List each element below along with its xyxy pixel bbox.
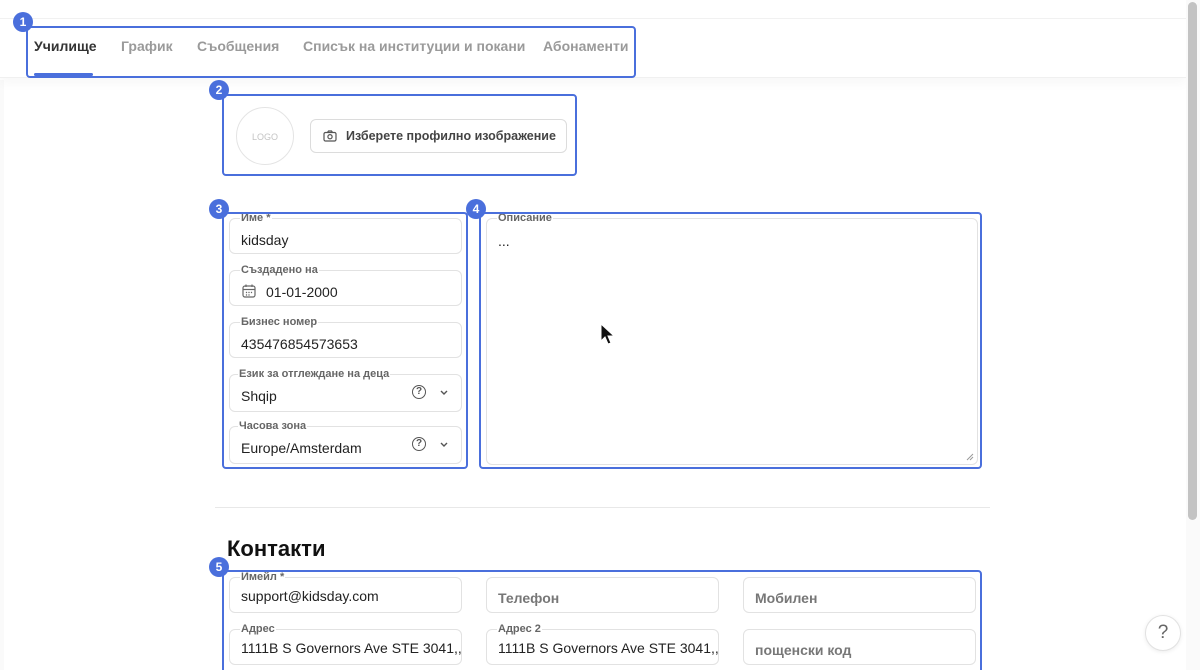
postal-code-placeholder: пощенски код <box>755 642 852 658</box>
mobile-field[interactable]: Мобилен <box>743 577 976 613</box>
postal-code-field[interactable]: пощенски код <box>743 629 976 665</box>
language-label: Език за отглеждане на деца <box>238 368 391 380</box>
name-value: kidsday <box>241 232 289 248</box>
upload-button-label: Изберете профилно изображение <box>346 129 556 143</box>
business-number-field[interactable]: Бизнес номер 435476854573653 <box>229 316 462 358</box>
language-value: Shqip <box>241 388 277 404</box>
resize-grip-icon[interactable] <box>966 453 974 461</box>
tab-school[interactable]: Училище <box>34 38 97 54</box>
created-date-field[interactable]: Създадено на 01-01-2000 <box>229 264 462 306</box>
timezone-select[interactable]: Часова зона Europe/Amsterdam ? <box>229 420 462 464</box>
active-tab-indicator <box>34 73 93 76</box>
address2-label: Адрес 2 <box>497 623 542 635</box>
mouse-cursor-icon <box>600 323 616 345</box>
calendar-icon <box>242 284 256 298</box>
tab-institutions[interactable]: Списък на институции и покани <box>303 38 525 54</box>
created-label: Създадено на <box>240 264 319 276</box>
address-field[interactable]: Адрес 1111B S Governors Ave STE 3041,, <box>229 623 462 665</box>
address2-value: 1111B S Governors Ave STE 3041,, <box>498 640 719 656</box>
business-number-value: 435476854573653 <box>241 336 358 352</box>
name-field[interactable]: Име * kidsday <box>229 212 462 254</box>
section-divider <box>215 507 990 508</box>
chevron-down-icon <box>440 442 448 447</box>
annotation-badge-3: 3 <box>209 199 229 219</box>
name-label: Име * <box>240 212 272 224</box>
annotation-badge-1: 1 <box>13 12 33 32</box>
help-icon[interactable]: ? <box>412 385 426 399</box>
email-label: Имейл * <box>240 571 286 583</box>
description-label: Описание <box>497 212 553 224</box>
annotation-badge-2: 2 <box>209 80 229 100</box>
description-value: ... <box>498 233 510 249</box>
chevron-down-icon <box>440 390 448 395</box>
created-value: 01-01-2000 <box>266 284 338 300</box>
language-select[interactable]: Език за отглеждане на деца Shqip ? <box>229 368 462 412</box>
phone-placeholder: Телефон <box>498 590 560 606</box>
contacts-heading: Контакти <box>227 536 326 561</box>
email-field[interactable]: Имейл * support@kidsday.com <box>229 571 462 613</box>
address-value: 1111B S Governors Ave STE 3041,, <box>241 640 462 656</box>
annotation-badge-4: 4 <box>466 199 486 219</box>
timezone-value: Europe/Amsterdam <box>241 440 362 456</box>
timezone-label: Часова зона <box>238 420 308 432</box>
logo-placeholder: LOGO <box>236 107 294 165</box>
top-divider <box>0 18 1186 19</box>
address-label: Адрес <box>240 623 276 635</box>
camera-icon <box>323 130 337 142</box>
left-edge <box>0 80 4 670</box>
tab-messages[interactable]: Съобщения <box>197 38 279 54</box>
description-textarea[interactable]: Описание ... <box>486 212 978 465</box>
scrollbar-thumb[interactable] <box>1188 2 1197 520</box>
upload-profile-image-button[interactable]: Изберете профилно изображение <box>310 119 567 153</box>
annotation-badge-5: 5 <box>209 557 229 577</box>
tab-subscriptions[interactable]: Абонаменти <box>543 38 628 54</box>
mobile-placeholder: Мобилен <box>755 590 818 606</box>
business-number-label: Бизнес номер <box>240 316 319 328</box>
tab-schedule[interactable]: График <box>121 38 173 54</box>
help-icon[interactable]: ? <box>412 437 426 451</box>
address2-field[interactable]: Адрес 2 1111B S Governors Ave STE 3041,, <box>486 623 719 665</box>
phone-field[interactable]: Телефон <box>486 577 719 613</box>
email-value: support@kidsday.com <box>241 588 379 604</box>
help-button[interactable]: ? <box>1145 615 1181 651</box>
